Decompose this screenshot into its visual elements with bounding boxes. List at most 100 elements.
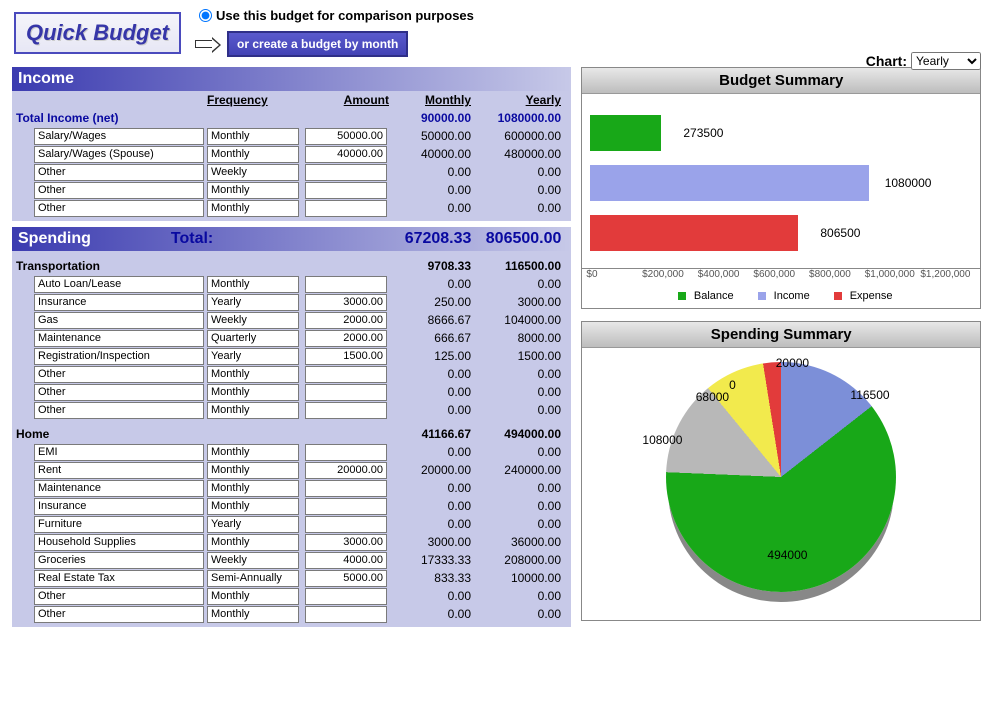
chart-label: Chart:	[866, 53, 907, 69]
bar-balance: 273500	[590, 115, 661, 151]
spending-row: FurnitureYearly0.000.00	[12, 515, 571, 533]
income-total-yearly: 1080000.00	[475, 111, 565, 125]
spending-amt-input[interactable]: 4000.00	[305, 552, 387, 569]
spending-row: Registration/InspectionYearly1500.00125.…	[12, 347, 571, 365]
spending-label-input[interactable]: Other	[34, 606, 204, 623]
spending-label-input[interactable]: Furniture	[34, 516, 204, 533]
spending-group-name: Home	[12, 427, 207, 441]
spending-freq-input[interactable]: Yearly	[207, 516, 299, 533]
income-label-input[interactable]: Other	[34, 182, 204, 199]
spending-label-input[interactable]: Other	[34, 366, 204, 383]
arrow-icon	[191, 40, 217, 48]
spending-label-input[interactable]: Auto Loan/Lease	[34, 276, 204, 293]
income-freq-input[interactable]: Monthly	[207, 200, 299, 217]
income-label-input[interactable]: Salary/Wages	[34, 128, 204, 145]
spending-freq-input[interactable]: Monthly	[207, 366, 299, 383]
income-label-input[interactable]: Salary/Wages (Spouse)	[34, 146, 204, 163]
income-label-input[interactable]: Other	[34, 200, 204, 217]
spending-monthly-value: 250.00	[393, 295, 475, 309]
spending-row: MaintenanceMonthly0.000.00	[12, 479, 571, 497]
spending-amt-input[interactable]	[305, 588, 387, 605]
spending-label-input[interactable]: Maintenance	[34, 330, 204, 347]
spending-freq-input[interactable]: Quarterly	[207, 330, 299, 347]
spending-row: Auto Loan/LeaseMonthly0.000.00	[12, 275, 571, 293]
spending-amt-input[interactable]: 3000.00	[305, 534, 387, 551]
income-amt-input[interactable]	[305, 182, 387, 199]
income-freq-input[interactable]: Monthly	[207, 182, 299, 199]
spending-monthly-value: 833.33	[393, 571, 475, 585]
spending-yearly-value: 0.00	[475, 277, 565, 291]
spending-freq-input[interactable]: Weekly	[207, 552, 299, 569]
spending-row: OtherMonthly0.000.00	[12, 365, 571, 383]
spending-freq-input[interactable]: Monthly	[207, 444, 299, 461]
spending-monthly-value: 0.00	[393, 499, 475, 513]
spending-freq-input[interactable]: Monthly	[207, 588, 299, 605]
income-freq-input[interactable]: Weekly	[207, 164, 299, 181]
spending-amt-input[interactable]: 2000.00	[305, 330, 387, 347]
comparison-radio-input[interactable]	[199, 9, 212, 22]
spending-amt-input[interactable]: 3000.00	[305, 294, 387, 311]
income-freq-input[interactable]: Monthly	[207, 146, 299, 163]
income-freq-input[interactable]: Monthly	[207, 128, 299, 145]
spending-freq-input[interactable]: Yearly	[207, 348, 299, 365]
spending-label-input[interactable]: Registration/Inspection	[34, 348, 204, 365]
spending-amt-input[interactable]	[305, 276, 387, 293]
spending-yearly-value: 10000.00	[475, 571, 565, 585]
spending-label-input[interactable]: Other	[34, 384, 204, 401]
income-amt-input[interactable]	[305, 200, 387, 217]
spending-freq-input[interactable]: Monthly	[207, 534, 299, 551]
spending-label-input[interactable]: Insurance	[34, 498, 204, 515]
spending-summary-title: Spending Summary	[582, 322, 980, 348]
spending-label-input[interactable]: Insurance	[34, 294, 204, 311]
spending-freq-input[interactable]: Monthly	[207, 276, 299, 293]
spending-amt-input[interactable]	[305, 366, 387, 383]
income-label-input[interactable]: Other	[34, 164, 204, 181]
spending-freq-input[interactable]: Monthly	[207, 480, 299, 497]
comparison-radio[interactable]: Use this budget for comparison purposes	[199, 8, 474, 23]
income-yearly-value: 0.00	[475, 165, 565, 179]
spending-label-input[interactable]: Other	[34, 402, 204, 419]
spending-amt-input[interactable]	[305, 516, 387, 533]
spending-amt-input[interactable]	[305, 498, 387, 515]
spending-monthly-value: 666.67	[393, 331, 475, 345]
spending-freq-input[interactable]: Monthly	[207, 384, 299, 401]
income-amt-input[interactable]: 40000.00	[305, 146, 387, 163]
income-amt-input[interactable]	[305, 164, 387, 181]
spending-amt-input[interactable]	[305, 480, 387, 497]
spending-monthly-value: 0.00	[393, 589, 475, 603]
create-budget-button[interactable]: or create a budget by month	[227, 31, 408, 57]
spending-freq-input[interactable]: Monthly	[207, 462, 299, 479]
spending-amt-input[interactable]	[305, 606, 387, 623]
spending-freq-input[interactable]: Monthly	[207, 498, 299, 515]
spending-amt-input[interactable]: 20000.00	[305, 462, 387, 479]
spending-monthly-value: 3000.00	[393, 535, 475, 549]
spending-freq-input[interactable]: Monthly	[207, 606, 299, 623]
spending-label-input[interactable]: Groceries	[34, 552, 204, 569]
spending-amt-input[interactable]	[305, 384, 387, 401]
spending-amt-input[interactable]: 2000.00	[305, 312, 387, 329]
spending-label-input[interactable]: Maintenance	[34, 480, 204, 497]
spending-freq-input[interactable]: Semi-Annually	[207, 570, 299, 587]
spending-row: InsuranceYearly3000.00250.003000.00	[12, 293, 571, 311]
spending-yearly-value: 240000.00	[475, 463, 565, 477]
income-row: OtherWeekly0.000.00	[12, 163, 571, 181]
legend-item: Balance	[670, 290, 734, 302]
spending-freq-input[interactable]: Weekly	[207, 312, 299, 329]
spending-label-input[interactable]: EMI	[34, 444, 204, 461]
spending-label-input[interactable]: Real Estate Tax	[34, 570, 204, 587]
income-total-label: Total Income (net)	[12, 111, 207, 125]
spending-label-input[interactable]: Household Supplies	[34, 534, 204, 551]
col-monthly: Monthly	[393, 93, 475, 107]
chart-select[interactable]: Yearly	[911, 52, 981, 70]
spending-amt-input[interactable]: 1500.00	[305, 348, 387, 365]
spending-label-input[interactable]: Rent	[34, 462, 204, 479]
spending-label-input[interactable]: Other	[34, 588, 204, 605]
income-amt-input[interactable]: 50000.00	[305, 128, 387, 145]
spending-freq-input[interactable]: Monthly	[207, 402, 299, 419]
spending-amt-input[interactable]	[305, 444, 387, 461]
spending-amt-input[interactable]	[305, 402, 387, 419]
spending-label-input[interactable]: Gas	[34, 312, 204, 329]
spending-freq-input[interactable]: Yearly	[207, 294, 299, 311]
spending-amt-input[interactable]: 5000.00	[305, 570, 387, 587]
axis-tick: $600,000	[753, 269, 809, 280]
